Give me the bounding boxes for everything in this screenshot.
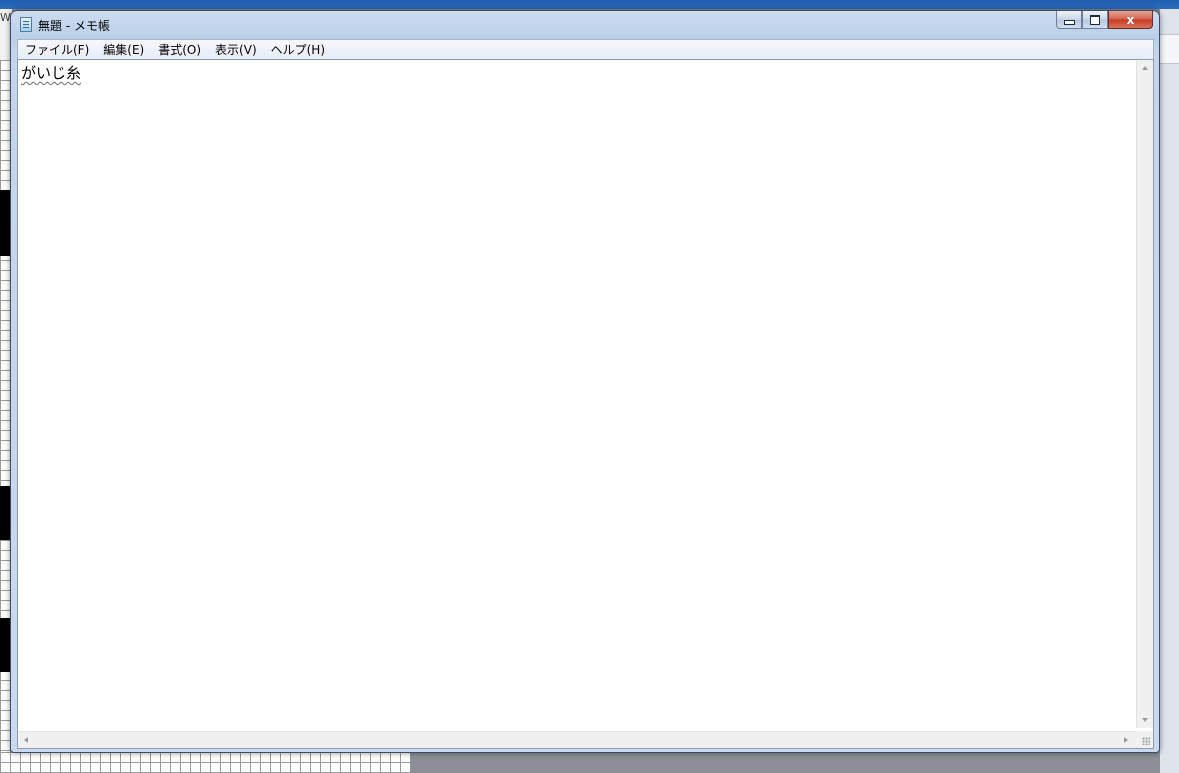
title-bar[interactable]: 無題 - メモ帳 x: [11, 11, 1159, 39]
background-window-right: [1160, 9, 1179, 773]
minimize-icon: [1063, 20, 1075, 25]
notepad-window: 無題 - メモ帳 x ファイル(F) 編集(E) 書式(O) 表示(V) ヘルプ…: [10, 10, 1160, 753]
menu-view[interactable]: 表示(V): [208, 41, 264, 59]
menu-file[interactable]: ファイル(F): [18, 41, 96, 59]
background-toolbar-segment: [1160, 34, 1179, 64]
scroll-right-icon[interactable]: [1124, 737, 1128, 743]
maximize-icon: [1090, 14, 1100, 25]
close-icon: x: [1126, 12, 1135, 27]
minimize-button[interactable]: [1056, 11, 1082, 29]
notepad-icon[interactable]: [20, 17, 32, 32]
menu-bar: ファイル(F) 編集(E) 書式(O) 表示(V) ヘルプ(H): [17, 39, 1154, 59]
background-window-titlebar: [0, 0, 1179, 9]
horizontal-scrollbar[interactable]: [18, 731, 1136, 748]
editor-text[interactable]: がいじ糸: [21, 62, 81, 83]
close-button[interactable]: x: [1108, 11, 1153, 29]
maximize-button[interactable]: [1082, 11, 1108, 29]
window-title: 無題 - メモ帳: [38, 19, 110, 33]
menu-edit[interactable]: 編集(E): [96, 41, 151, 59]
scroll-up-icon[interactable]: [1142, 66, 1148, 70]
resize-grip[interactable]: [1136, 731, 1153, 748]
scroll-down-icon[interactable]: [1142, 718, 1148, 722]
caption-buttons: x: [1056, 11, 1153, 30]
scroll-left-icon[interactable]: [24, 737, 28, 743]
menu-help[interactable]: ヘルプ(H): [264, 41, 332, 59]
text-editor-area[interactable]: がいじ糸: [17, 59, 1154, 749]
vertical-scrollbar[interactable]: [1136, 60, 1153, 728]
background-grid-bottom: [0, 752, 410, 773]
menu-format[interactable]: 書式(O): [151, 41, 208, 59]
